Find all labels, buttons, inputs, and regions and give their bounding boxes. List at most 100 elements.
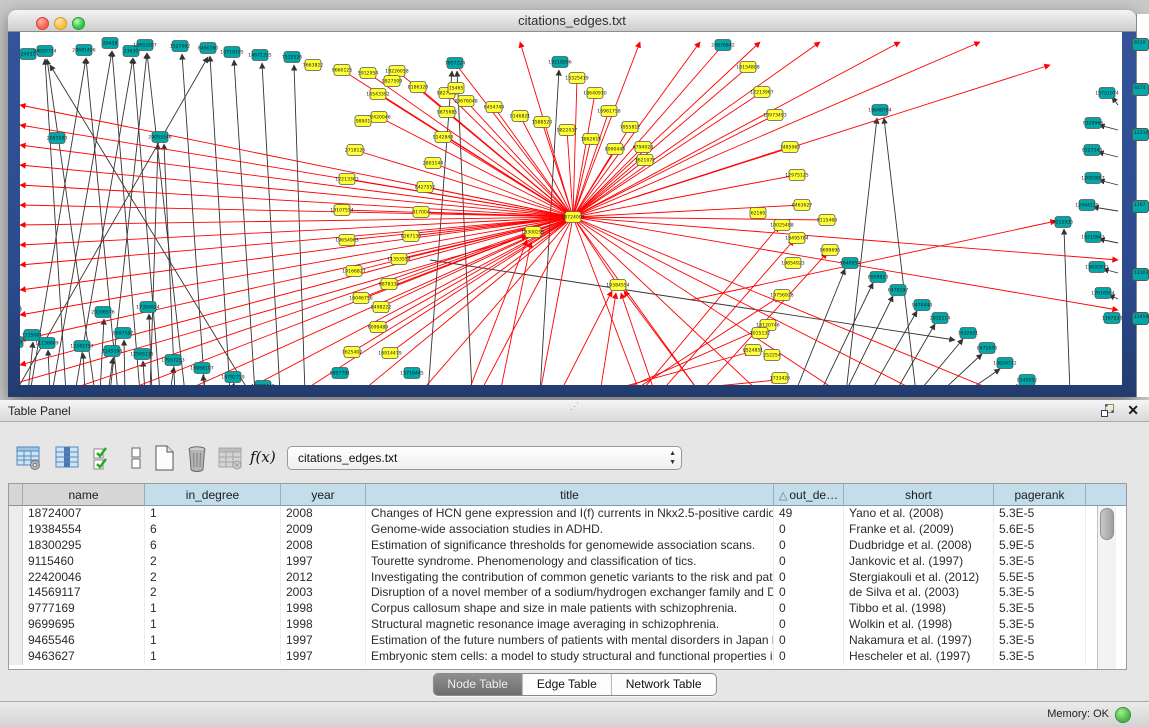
table-cell[interactable]: 1997 bbox=[281, 649, 366, 665]
graph-node[interactable]: 20876842 bbox=[711, 40, 734, 51]
table-cell[interactable]: 2012 bbox=[281, 570, 366, 586]
column-header-name[interactable]: name bbox=[23, 484, 145, 506]
table-cell[interactable]: 5.3E-5 bbox=[994, 633, 1086, 649]
graph-node[interactable]: 16961758 bbox=[597, 106, 620, 117]
graph-node[interactable]: 10025488 bbox=[770, 220, 793, 231]
graph-node[interactable]: 15465 bbox=[448, 83, 464, 94]
tab-node-table[interactable]: Node Table bbox=[433, 674, 523, 695]
table-cell[interactable]: 5.6E-5 bbox=[994, 522, 1086, 538]
table-cell[interactable]: 0 bbox=[774, 570, 844, 586]
graph-node[interactable]: 7663822 bbox=[303, 60, 324, 71]
row-height-icon[interactable] bbox=[122, 444, 150, 472]
graph-node[interactable]: 20206576 bbox=[91, 307, 114, 318]
table-cell[interactable]: Franke et al. (2009) bbox=[844, 522, 994, 538]
graph-node[interactable]: 7625402 bbox=[342, 347, 363, 358]
table-cell[interactable]: 2 bbox=[145, 570, 281, 586]
graph-node[interactable]: 1733426 bbox=[770, 373, 791, 384]
graph-node[interactable]: 8498222 bbox=[371, 302, 392, 313]
graph-node[interactable]: 9219 bbox=[1132, 38, 1149, 51]
table-cell[interactable]: Structural magnetic resonance image aver… bbox=[366, 617, 774, 633]
background-window-edge[interactable]: 921992741221011671210312459 bbox=[1136, 14, 1149, 397]
graph-node[interactable]: 20691406 bbox=[72, 45, 95, 56]
close-panel-icon[interactable]: ✕ bbox=[1127, 402, 1139, 419]
graph-node[interactable]: 9227343 bbox=[1082, 145, 1103, 156]
table-cell[interactable]: Corpus callosum shape and size in male p… bbox=[366, 601, 774, 617]
graph-node[interactable]: 16958107 bbox=[190, 363, 213, 374]
table-cell[interactable]: 5.3E-5 bbox=[994, 554, 1086, 570]
graph-node[interactable]: 2053100 bbox=[47, 133, 68, 144]
column-header-out_de[interactable]: △out_de… bbox=[774, 484, 844, 506]
float-panel-icon[interactable] bbox=[1100, 403, 1115, 418]
table-cell[interactable]: 1 bbox=[145, 649, 281, 665]
graph-node[interactable]: 9245652 bbox=[1017, 375, 1038, 386]
graph-node[interactable]: 9463627 bbox=[792, 200, 813, 211]
scrollbar-thumb[interactable] bbox=[1100, 508, 1114, 540]
graph-node[interactable]: 13325419 bbox=[565, 73, 588, 84]
graph-node[interactable]: 8454749 bbox=[484, 102, 505, 113]
table-cell[interactable]: 2 bbox=[145, 585, 281, 601]
graph-node[interactable]: 6479197 bbox=[888, 285, 909, 296]
table-cell[interactable]: 0 bbox=[774, 633, 844, 649]
table-cell[interactable]: Embryonic stem cells: a model to study s… bbox=[366, 649, 774, 665]
graph-node[interactable]: 2803144 bbox=[423, 158, 444, 169]
graph-node[interactable]: 12505135 bbox=[130, 349, 153, 360]
graph-node[interactable]: 62160 bbox=[750, 208, 766, 219]
network-canvas[interactable]: 2493124055724206914062045823630106532871… bbox=[20, 31, 1122, 385]
table-cell[interactable]: 9115460 bbox=[23, 554, 145, 570]
table-cell[interactable]: 0 bbox=[774, 601, 844, 617]
graph-node[interactable]: 18495784 bbox=[785, 233, 808, 244]
graph-node[interactable]: 12213967 bbox=[750, 87, 773, 98]
table-row[interactable]: 969969511998Structural magnetic resonanc… bbox=[9, 617, 1126, 633]
table-cell[interactable]: 5.3E-5 bbox=[994, 506, 1086, 522]
graph-node[interactable]: 12923448 bbox=[251, 381, 274, 386]
table-cell[interactable]: 2009 bbox=[281, 522, 366, 538]
graph-node[interactable]: 9857791 bbox=[330, 368, 351, 379]
table-cell[interactable]: Disruption of a novel member of a sodium… bbox=[366, 585, 774, 601]
graph-node[interactable]: 19854923 bbox=[781, 258, 804, 269]
graph-node[interactable]: 12093857 bbox=[1081, 173, 1104, 184]
graph-node[interactable]: 2935114 bbox=[930, 313, 951, 324]
graph-node[interactable]: 9822037 bbox=[557, 125, 578, 136]
graph-node[interactable]: 15716485 bbox=[400, 368, 423, 379]
graph-node[interactable]: 9660125 bbox=[332, 65, 353, 76]
graph-node[interactable]: 2326055 bbox=[20, 304, 22, 315]
graph-node[interactable]: 12975125 bbox=[785, 170, 808, 181]
table-row[interactable]: 946362711997Embryonic stem cells: a mode… bbox=[9, 649, 1126, 665]
function-builder-icon[interactable]: f(x) bbox=[250, 448, 278, 476]
table-cell[interactable]: 5.3E-5 bbox=[994, 617, 1086, 633]
tab-edge-table[interactable]: Edge Table bbox=[523, 674, 612, 695]
graph-node[interactable]: 7485063 bbox=[780, 142, 801, 153]
table-cell[interactable]: Wolkin et al. (1998) bbox=[844, 617, 994, 633]
table-cell[interactable]: Estimation of significance thresholds fo… bbox=[366, 538, 774, 554]
table-cell[interactable]: 5.3E-5 bbox=[994, 601, 1086, 617]
graph-node[interactable]: 6099489 bbox=[368, 322, 389, 333]
table-cell[interactable]: Nakamura et al. (1997) bbox=[844, 633, 994, 649]
table-cell[interactable]: 0 bbox=[774, 585, 844, 601]
graph-node[interactable]: 17016504 bbox=[1091, 288, 1114, 299]
graph-node[interactable]: 8186328 bbox=[408, 82, 429, 93]
graph-node[interactable]: 18724007 bbox=[561, 212, 584, 223]
table-cell[interactable]: Hescheler et al. (1997) bbox=[844, 649, 994, 665]
graph-node[interactable]: 18300295 bbox=[521, 227, 544, 238]
table-cell[interactable]: 6 bbox=[145, 522, 281, 538]
graph-node[interactable]: 8427552 bbox=[415, 182, 436, 193]
graph-node[interactable]: 1527602 bbox=[170, 41, 191, 52]
graph-node[interactable]: 17359924 bbox=[136, 302, 159, 313]
graph-node[interactable]: 10973493 bbox=[763, 110, 786, 121]
graph-node[interactable]: 1167 bbox=[1132, 200, 1149, 213]
table-cell[interactable]: de Silva et al. (2003) bbox=[844, 585, 994, 601]
graph-node[interactable]: 9115460 bbox=[817, 215, 838, 226]
graph-node[interactable]: 417004 bbox=[412, 207, 430, 218]
table-cell[interactable]: Dudbridge et al. (2008) bbox=[844, 538, 994, 554]
table-cell[interactable]: 2008 bbox=[281, 538, 366, 554]
graph-node[interactable]: 10719195 bbox=[220, 47, 243, 58]
table-cell[interactable]: 0 bbox=[774, 617, 844, 633]
table-cell[interactable]: 1998 bbox=[281, 601, 366, 617]
table-cell[interactable]: 6 bbox=[145, 538, 281, 554]
table-cell[interactable]: 1997 bbox=[281, 554, 366, 570]
resize-grip-icon[interactable]: ⋰ bbox=[570, 401, 579, 412]
graph-node[interactable]: 24055724 bbox=[33, 46, 56, 57]
table-cell[interactable]: Jankovic et al. (1997) bbox=[844, 554, 994, 570]
tab-network-table[interactable]: Network Table bbox=[612, 674, 716, 695]
network-selector-dropdown[interactable]: citations_edges.txt ▲▼ bbox=[287, 446, 682, 470]
